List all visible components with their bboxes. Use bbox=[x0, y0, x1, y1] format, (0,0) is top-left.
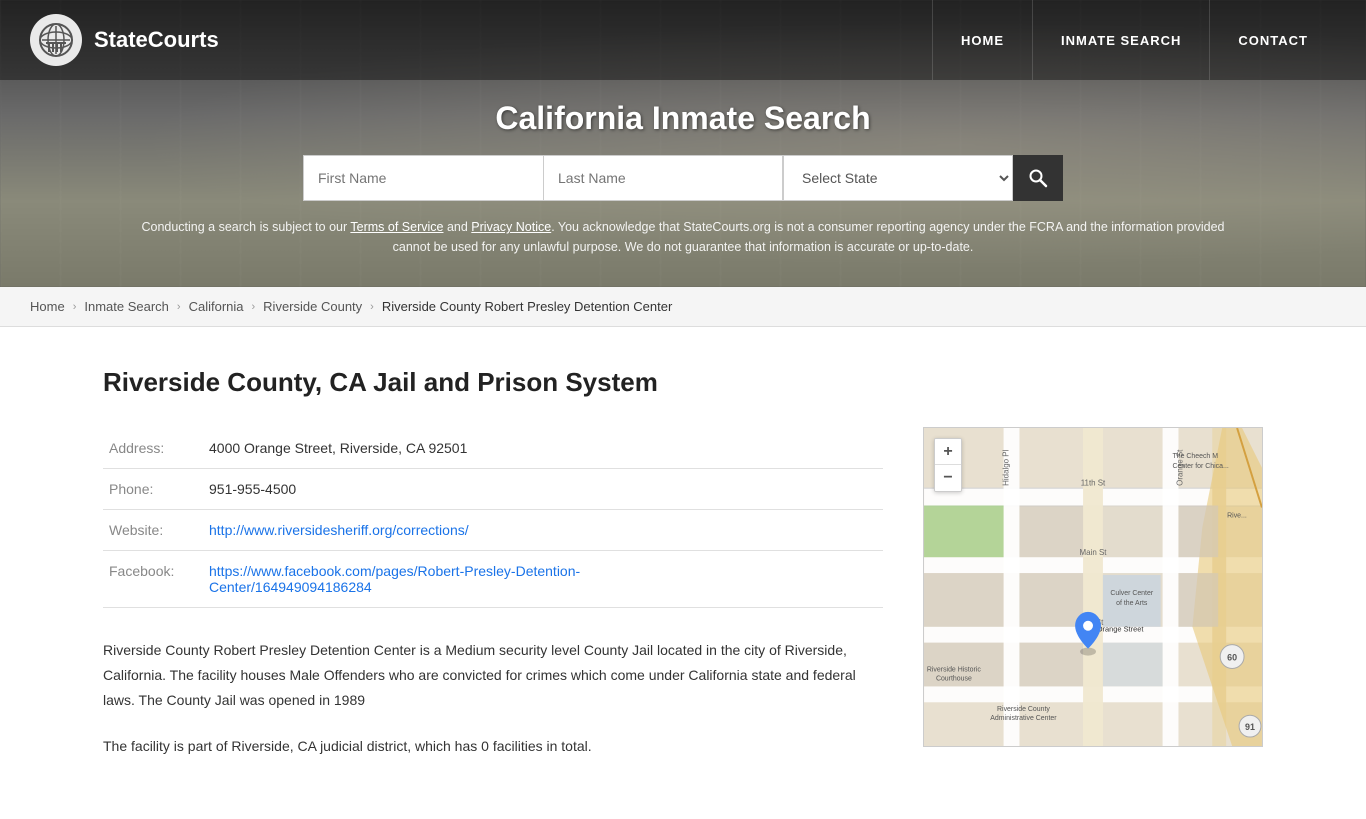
svg-text:11th St: 11th St bbox=[1081, 479, 1106, 488]
svg-text:Rive...: Rive... bbox=[1227, 512, 1247, 519]
logo-icon bbox=[30, 14, 82, 66]
svg-text:91: 91 bbox=[1245, 722, 1255, 732]
breadcrumb-sep-2: › bbox=[177, 301, 181, 313]
site-name: StateCourts bbox=[94, 27, 219, 53]
main-content: Riverside County, CA Jail and Prison Sys… bbox=[43, 327, 1323, 819]
breadcrumb-current: Riverside County Robert Presley Detentio… bbox=[382, 299, 672, 314]
table-row-phone: Phone: 951-955-4500 bbox=[103, 469, 883, 510]
map-zoom-in[interactable]: + bbox=[935, 439, 961, 465]
search-button[interactable] bbox=[1013, 155, 1063, 201]
website-link[interactable]: http://www.riversidesheriff.org/correcti… bbox=[209, 522, 469, 538]
map-controls: + − bbox=[934, 438, 962, 492]
nav-links: HOME INMATE SEARCH CONTACT bbox=[932, 0, 1336, 80]
svg-text:The Cheech M: The Cheech M bbox=[1173, 453, 1219, 460]
content-left: Riverside County, CA Jail and Prison Sys… bbox=[103, 367, 883, 779]
address-value: 4000 Orange Street, Riverside, CA 92501 bbox=[203, 428, 883, 469]
breadcrumb-sep-4: › bbox=[370, 301, 374, 313]
search-bar: Select State bbox=[20, 155, 1346, 201]
svg-text:Administrative Center: Administrative Center bbox=[990, 715, 1057, 722]
svg-text:Center for Chica...: Center for Chica... bbox=[1173, 463, 1229, 470]
privacy-link[interactable]: Privacy Notice bbox=[471, 220, 551, 234]
phone-label: Phone: bbox=[103, 469, 203, 510]
logo-svg bbox=[38, 22, 74, 58]
map-box[interactable]: Culver Center of the Arts 11th St Main S… bbox=[923, 427, 1263, 747]
breadcrumb-sep-1: › bbox=[73, 301, 77, 313]
breadcrumb-inmate-search[interactable]: Inmate Search bbox=[84, 299, 169, 314]
navbar: StateCourts HOME INMATE SEARCH CONTACT bbox=[0, 0, 1366, 80]
svg-text:Courthouse: Courthouse bbox=[936, 675, 972, 682]
breadcrumb-sep-3: › bbox=[252, 301, 256, 313]
facebook-value: https://www.facebook.com/pages/Robert-Pr… bbox=[203, 551, 883, 608]
hero-content: California Inmate Search Select State Co… bbox=[0, 80, 1366, 287]
description-2: The facility is part of Riverside, CA ju… bbox=[103, 734, 883, 759]
svg-text:Main St: Main St bbox=[1080, 548, 1108, 557]
table-row-address: Address: 4000 Orange Street, Riverside, … bbox=[103, 428, 883, 469]
nav-contact[interactable]: CONTACT bbox=[1209, 0, 1336, 80]
state-select[interactable]: Select State bbox=[783, 155, 1013, 201]
search-icon bbox=[1028, 168, 1048, 188]
nav-inmate-search[interactable]: INMATE SEARCH bbox=[1032, 0, 1209, 80]
first-name-input[interactable] bbox=[303, 155, 543, 201]
svg-text:Culver Center: Culver Center bbox=[1110, 590, 1153, 597]
nav-home[interactable]: HOME bbox=[932, 0, 1032, 80]
terms-link[interactable]: Terms of Service bbox=[350, 220, 443, 234]
map-container: Culver Center of the Arts 11th St Main S… bbox=[923, 427, 1263, 779]
last-name-input[interactable] bbox=[543, 155, 783, 201]
website-value: http://www.riversidesheriff.org/correcti… bbox=[203, 510, 883, 551]
svg-text:of the Arts: of the Arts bbox=[1116, 600, 1148, 607]
page-title: Riverside County, CA Jail and Prison Sys… bbox=[103, 367, 883, 398]
svg-text:Riverside Historic: Riverside Historic bbox=[927, 666, 982, 673]
svg-text:Riverside County: Riverside County bbox=[997, 706, 1050, 713]
hero-title: California Inmate Search bbox=[20, 100, 1346, 137]
svg-text:60: 60 bbox=[1227, 653, 1237, 663]
table-row-facebook: Facebook: https://www.facebook.com/pages… bbox=[103, 551, 883, 608]
phone-value: 951-955-4500 bbox=[203, 469, 883, 510]
breadcrumb-riverside-county[interactable]: Riverside County bbox=[263, 299, 362, 314]
disclaimer-text: Conducting a search is subject to our Te… bbox=[133, 217, 1233, 257]
address-label: Address: bbox=[103, 428, 203, 469]
description-1: Riverside County Robert Presley Detentio… bbox=[103, 638, 883, 714]
breadcrumb: Home › Inmate Search › California › Rive… bbox=[0, 287, 1366, 327]
map-svg: Culver Center of the Arts 11th St Main S… bbox=[924, 428, 1262, 746]
breadcrumb-california[interactable]: California bbox=[189, 299, 244, 314]
site-logo[interactable]: StateCourts bbox=[30, 14, 219, 66]
website-label: Website: bbox=[103, 510, 203, 551]
svg-text:Hidalgo Pl: Hidalgo Pl bbox=[1002, 449, 1011, 485]
table-row-website: Website: http://www.riversidesheriff.org… bbox=[103, 510, 883, 551]
hero-section: StateCourts HOME INMATE SEARCH CONTACT C… bbox=[0, 0, 1366, 287]
info-table: Address: 4000 Orange Street, Riverside, … bbox=[103, 428, 883, 608]
facebook-link[interactable]: https://www.facebook.com/pages/Robert-Pr… bbox=[209, 563, 580, 595]
facebook-label: Facebook: bbox=[103, 551, 203, 608]
breadcrumb-home[interactable]: Home bbox=[30, 299, 65, 314]
map-zoom-out[interactable]: − bbox=[935, 465, 961, 491]
